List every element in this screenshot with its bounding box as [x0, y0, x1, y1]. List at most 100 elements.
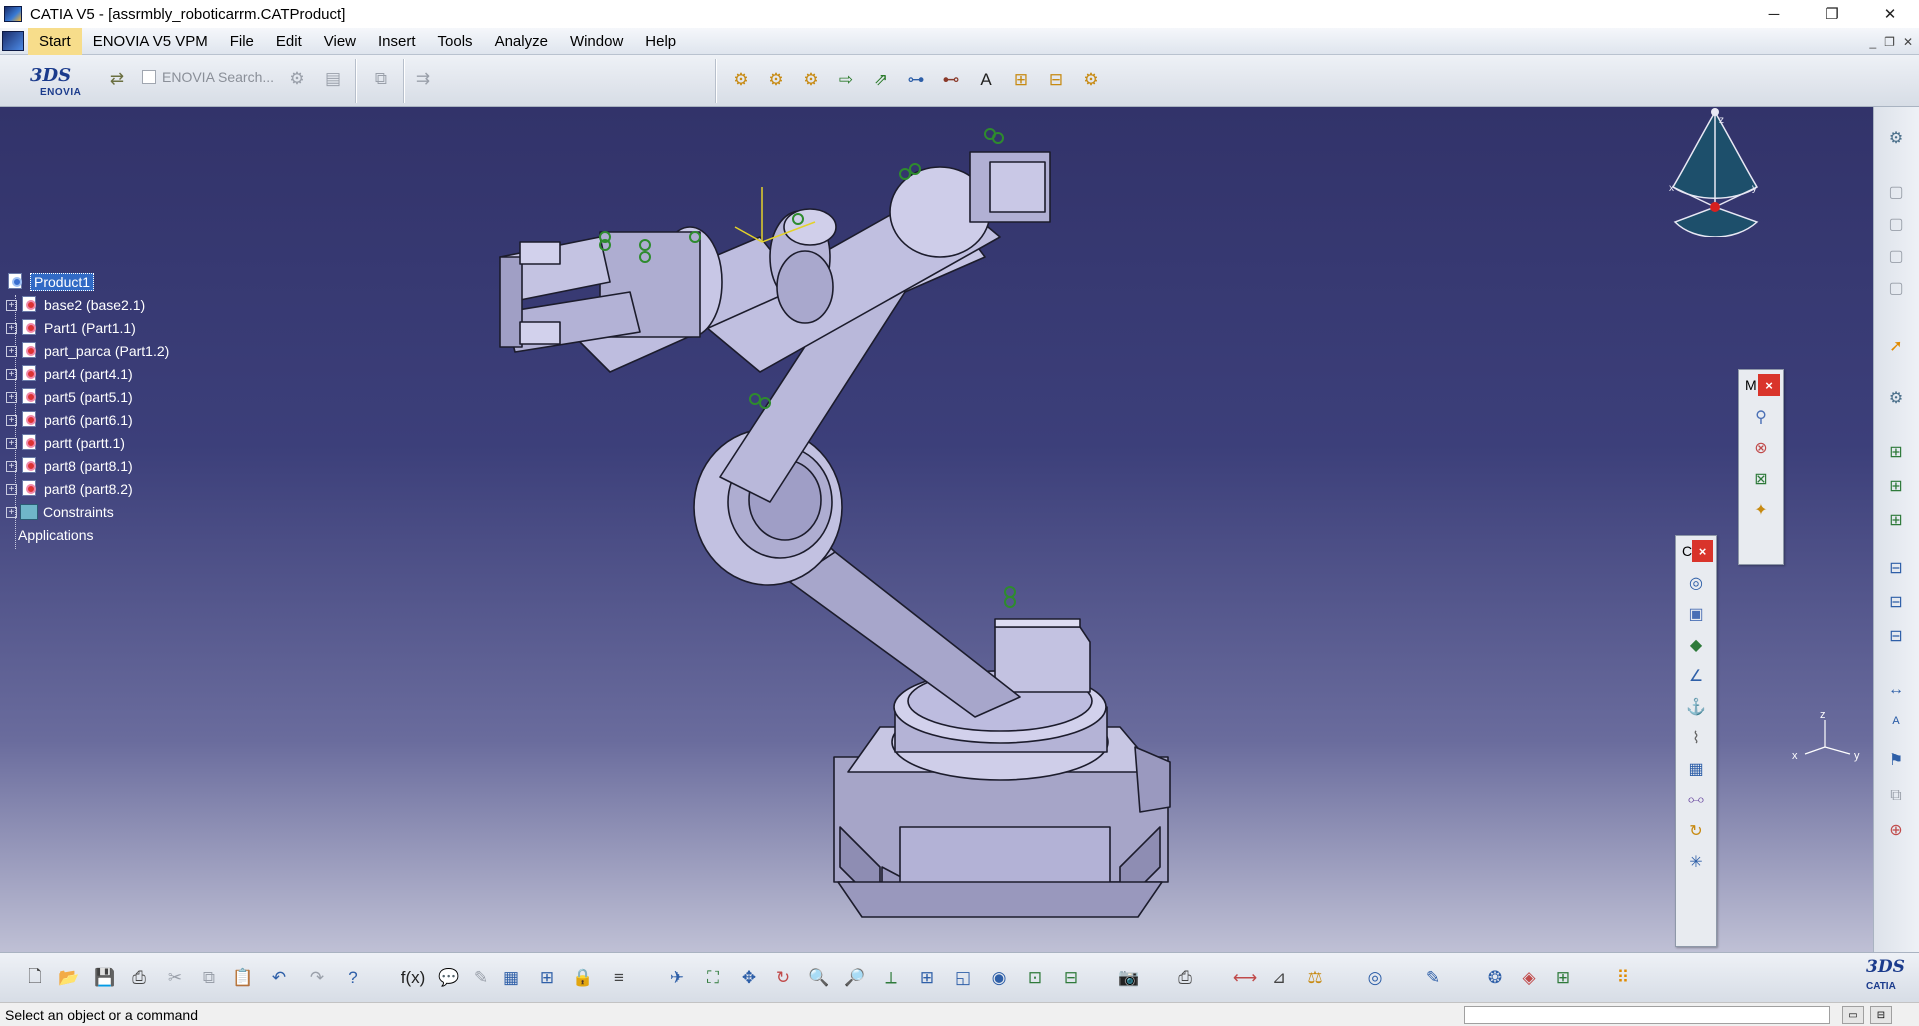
measure-icon[interactable]: ↔ — [1883, 677, 1909, 703]
catia-app-icon[interactable] — [4, 6, 22, 22]
light-icon[interactable]: ✎ — [468, 965, 494, 991]
renumber-icon[interactable]: ⊞ — [1883, 507, 1909, 533]
coincidence-constraint-icon[interactable]: ◎ — [1682, 569, 1710, 597]
generate-catpart-icon[interactable]: ⎙ — [1172, 965, 1198, 991]
command-input[interactable] — [1464, 1006, 1830, 1024]
define-multi-instantiation-icon[interactable]: ⊟ — [1883, 623, 1909, 649]
3d-viewport[interactable]: Product1 + base2 (base2.1) + Part1 (Part… — [0, 107, 1873, 952]
floating-toolbar-header[interactable]: C × — [1676, 536, 1716, 566]
stop-manipulation-icon[interactable]: ✦ — [1747, 496, 1775, 524]
graph-tree-icon[interactable]: ⊞ — [1883, 439, 1909, 465]
expand-icon[interactable]: + — [6, 460, 17, 472]
menu-window[interactable]: Window — [559, 28, 634, 55]
normal-view-icon[interactable]: ⟂ — [878, 965, 904, 991]
tree-item[interactable]: + Part1 (Part1.1) — [6, 317, 136, 339]
apply-material-icon[interactable]: ⊞ — [1550, 965, 1576, 991]
enovia-connect-icon[interactable]: ⇄ — [104, 66, 130, 92]
doc-restore-button[interactable]: ❐ — [1884, 35, 1895, 49]
tree-applications[interactable]: Applications — [18, 524, 94, 546]
catalog-icon[interactable]: ⊞ — [534, 965, 560, 991]
floating-toolbar-header[interactable]: M × — [1739, 370, 1783, 400]
snap-icon[interactable]: ⊗ — [1747, 434, 1775, 462]
expand-icon[interactable]: + — [6, 414, 17, 426]
fast-multi-instantiation-icon[interactable]: ⊟ — [1883, 589, 1909, 615]
expand-icon[interactable]: + — [6, 322, 17, 334]
tree-item[interactable]: + partt (partt.1) — [6, 432, 125, 454]
tree-icon[interactable]: ⊷ — [938, 67, 964, 93]
hide-show-icon[interactable]: ⊡ — [1022, 965, 1048, 991]
robotic-arm-model[interactable] — [0, 107, 1873, 952]
formula-icon[interactable]: f(x) — [400, 965, 426, 991]
enovia-search-checkbox[interactable] — [142, 70, 156, 84]
export-icon[interactable]: ⇗ — [868, 67, 894, 93]
menu-analyze[interactable]: Analyze — [484, 28, 559, 55]
menu-insert[interactable]: Insert — [367, 28, 427, 55]
zoom-in-icon[interactable]: 🔍 — [806, 965, 832, 991]
tree-item[interactable]: + part6 (part6.1) — [6, 409, 133, 431]
doc-minimize-button[interactable]: _ — [1869, 35, 1876, 49]
floating-toolbar-constraints[interactable]: C × ◎ ▣ ◆ ∠ ⚓ ⌇ ▦ ⧟ ↻ ✳ — [1675, 535, 1717, 947]
table-icon[interactable]: ▦ — [498, 965, 524, 991]
gear-icon[interactable]: ⚙ — [1078, 67, 1104, 93]
measure-between-icon[interactable]: ⟷ — [1232, 965, 1258, 991]
tree-icon[interactable]: ⊶ — [903, 67, 929, 93]
expand-icon[interactable]: + — [6, 391, 17, 403]
offset-constraint-icon[interactable]: ◆ — [1682, 631, 1710, 659]
text-icon[interactable]: A — [973, 67, 999, 93]
flexible-rigid-icon[interactable]: ⧟ — [1682, 786, 1710, 814]
pan-icon[interactable]: ✥ — [736, 965, 762, 991]
materials-icon[interactable]: ◈ — [1516, 965, 1542, 991]
close-icon[interactable]: × — [1692, 540, 1713, 562]
document-icon[interactable] — [2, 31, 24, 51]
quick-constraint-icon[interactable]: ▦ — [1682, 755, 1710, 783]
menu-edit[interactable]: Edit — [265, 28, 313, 55]
sketch-icon[interactable]: ✎ — [1420, 965, 1446, 991]
expand-icon[interactable]: + — [6, 437, 17, 449]
new-component-icon[interactable]: ▢ — [1883, 179, 1909, 205]
contact-constraint-icon[interactable]: ▣ — [1682, 600, 1710, 628]
copy-icon[interactable]: ⧉ — [196, 965, 222, 991]
menu-view[interactable]: View — [313, 28, 367, 55]
tree-icon[interactable]: ⊟ — [1043, 67, 1069, 93]
copy-db-icon[interactable]: ⧉ — [368, 66, 394, 92]
knowledge-icon[interactable]: 💬 — [436, 965, 462, 991]
doc-close-button[interactable]: ✕ — [1903, 35, 1913, 49]
tree-item[interactable]: + part8 (part8.1) — [6, 455, 133, 477]
zoom-out-icon[interactable]: 🔎 — [842, 965, 868, 991]
angle-constraint-icon[interactable]: ∠ — [1682, 662, 1710, 690]
shading-icon[interactable]: ◉ — [986, 965, 1012, 991]
measure-item-icon[interactable]: ⊿ — [1266, 965, 1292, 991]
restore-button[interactable]: ❐ — [1803, 0, 1861, 28]
tree-constraints[interactable]: + Constraints — [6, 501, 114, 523]
whats-this-icon[interactable]: ? — [340, 965, 366, 991]
gear-icon[interactable]: ⚙ — [763, 67, 789, 93]
menu-start[interactable]: Start — [28, 27, 82, 55]
save-icon[interactable]: 💾 — [92, 965, 118, 991]
update-icon[interactable]: ⚙ — [1883, 125, 1909, 151]
save-db-icon[interactable]: ▤ — [320, 66, 346, 92]
menu-file[interactable]: File — [219, 28, 265, 55]
minimize-button[interactable]: ─ — [1745, 0, 1803, 28]
select-icon[interactable]: ➚ — [1883, 333, 1909, 359]
gear-icon[interactable]: ⚙ — [798, 67, 824, 93]
capture-icon[interactable]: 📷 — [1116, 965, 1142, 991]
expand-icon[interactable]: + — [6, 506, 17, 518]
mass-properties-icon[interactable]: ⚖ — [1302, 965, 1328, 991]
fly-mode-icon[interactable]: ✈ — [664, 965, 690, 991]
fix-together-icon[interactable]: ⌇ — [1682, 724, 1710, 752]
properties-icon[interactable]: ≡ — [606, 965, 632, 991]
weld-icon[interactable]: ⊕ — [1883, 817, 1909, 843]
fix-component-icon[interactable]: ⚓ — [1682, 693, 1710, 721]
redo-icon[interactable]: ↷ — [304, 965, 330, 991]
multi-view-icon[interactable]: ⊞ — [914, 965, 940, 991]
compass-widget[interactable]: z x y — [1655, 107, 1775, 237]
tree-icon[interactable]: ⊞ — [1008, 67, 1034, 93]
close-button[interactable]: ✕ — [1861, 0, 1919, 28]
reorder-icon[interactable]: ⊞ — [1883, 473, 1909, 499]
export-icon[interactable]: ⇨ — [833, 67, 859, 93]
menu-tools[interactable]: Tools — [427, 28, 484, 55]
network-icon[interactable]: ⚙ — [284, 66, 310, 92]
open-file-icon[interactable]: 📂 — [56, 965, 82, 991]
annotation-text-icon[interactable]: ᴬ — [1883, 711, 1909, 737]
paste-icon[interactable]: 📋 — [230, 965, 256, 991]
